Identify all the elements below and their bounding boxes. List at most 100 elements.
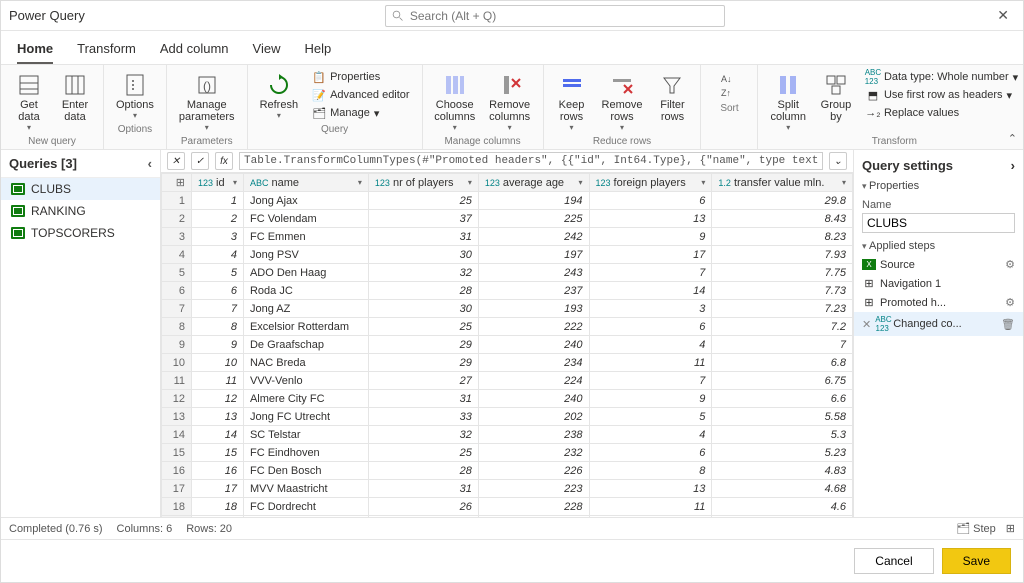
table-row[interactable]: 1414SC Telstar3223845.3	[162, 426, 853, 444]
properties-section[interactable]: Properties	[854, 177, 1023, 195]
table-row[interactable]: 1010NAC Breda29234116.8	[162, 354, 853, 372]
column-header[interactable]: 123average age▾	[478, 174, 589, 192]
manage-parameters-button[interactable]: ()Manage parameters▾	[175, 69, 239, 134]
remove-columns-button[interactable]: Remove columns▾	[485, 69, 535, 134]
table-row[interactable]: 66Roda JC28237147.73	[162, 282, 853, 300]
tab-add-column[interactable]: Add column	[160, 37, 229, 64]
search-placeholder: Search (Alt + Q)	[410, 9, 496, 23]
column-filter-icon[interactable]: ▾	[579, 178, 583, 187]
svg-text:A↓: A↓	[721, 74, 732, 84]
ribbon-tabs: Home Transform Add column View Help	[1, 31, 1023, 65]
refresh-button[interactable]: Refresh▾	[256, 69, 303, 122]
table-row[interactable]: 1616FC Den Bosch2822684.83	[162, 462, 853, 480]
search-box[interactable]: Search (Alt + Q)	[385, 5, 725, 27]
table-row[interactable]: 55ADO Den Haag3224377.75	[162, 264, 853, 282]
column-filter-icon[interactable]: ▾	[468, 178, 472, 187]
diagram-view-icon[interactable]: ⊞	[1006, 522, 1015, 535]
column-filter-icon[interactable]: ▾	[701, 178, 705, 187]
select-all[interactable]: ⊞	[162, 174, 192, 192]
search-icon	[392, 10, 404, 22]
advanced-editor-button[interactable]: 📝Advanced editor	[308, 87, 414, 103]
gear-icon[interactable]: ⚙	[1005, 258, 1015, 271]
accept-formula-icon[interactable]: ✓	[191, 152, 209, 170]
column-header[interactable]: 123id▾	[192, 174, 244, 192]
remove-rows-button[interactable]: Remove rows▾	[598, 69, 647, 134]
manage-button[interactable]: 🗂Manage ▾	[308, 105, 414, 121]
table-row[interactable]: 1111VVV-Venlo2722476.75	[162, 372, 853, 390]
delete-step-icon[interactable]: 🗑	[1001, 318, 1015, 331]
status-columns: Columns: 6	[117, 523, 173, 535]
applied-step[interactable]: XSource⚙	[854, 255, 1023, 274]
column-header[interactable]: 123foreign players▾	[589, 174, 712, 192]
applied-step[interactable]: ⊞Navigation 1	[854, 274, 1023, 293]
query-settings-panel: Query settings› Properties Name Applied …	[853, 150, 1023, 517]
choose-columns-button[interactable]: Choose columns▾	[431, 69, 479, 134]
window-title: Power Query	[9, 8, 85, 23]
queries-panel: Queries [3] ‹ CLUBSRANKINGTOPSCORERS	[1, 150, 161, 517]
gear-icon[interactable]: ⚙	[1005, 296, 1015, 309]
data-type-button[interactable]: ABC123Data type: Whole number ▾	[862, 69, 1022, 85]
table-icon	[11, 227, 25, 239]
enter-data-button[interactable]: Enter data	[55, 69, 95, 125]
query-item[interactable]: TOPSCORERS	[1, 222, 160, 244]
data-grid[interactable]: ⊞123id▾ABCname▾123nr of players▾123avera…	[161, 173, 853, 517]
cancel-formula-icon[interactable]: ✕	[167, 152, 185, 170]
group-by-button[interactable]: Group by	[816, 69, 856, 125]
close-icon[interactable]: ✕	[991, 7, 1015, 24]
query-item[interactable]: CLUBS	[1, 178, 160, 200]
column-header[interactable]: ABCname▾	[243, 174, 368, 192]
tab-transform[interactable]: Transform	[77, 37, 136, 64]
applied-step[interactable]: ✕ABC123Changed co...🗑	[854, 312, 1023, 336]
table-icon	[11, 183, 25, 195]
table-row[interactable]: 11Jong Ajax25194629.8	[162, 192, 853, 210]
ribbon: Get data▾ Enter data New query Options▾ …	[1, 65, 1023, 150]
tab-help[interactable]: Help	[304, 37, 331, 64]
filter-rows-button[interactable]: Filter rows	[652, 69, 692, 125]
options-button[interactable]: Options▾	[112, 69, 158, 122]
collapse-ribbon-icon[interactable]: ⌃	[1008, 132, 1017, 145]
replace-values-button[interactable]: →₂Replace values	[862, 105, 1022, 121]
table-row[interactable]: 1818FC Dordrecht26228114.6	[162, 498, 853, 516]
keep-rows-button[interactable]: Keep rows▾	[552, 69, 592, 134]
table-row[interactable]: 44Jong PSV30197177.93	[162, 246, 853, 264]
expand-formula-icon[interactable]: ⌄	[829, 152, 847, 170]
formula-bar[interactable]	[239, 152, 823, 170]
fx-icon[interactable]: fx	[215, 152, 233, 170]
svg-text:Z↑: Z↑	[721, 88, 731, 98]
collapse-queries-icon[interactable]: ‹	[148, 156, 152, 171]
properties-button[interactable]: 📋Properties	[308, 69, 414, 85]
svg-text:(): ()	[203, 79, 211, 93]
status-completed: Completed (0.76 s)	[9, 523, 103, 535]
table-row[interactable]: 99De Graafschap2924047	[162, 336, 853, 354]
table-row[interactable]: 22FC Volendam37225138.43	[162, 210, 853, 228]
tab-view[interactable]: View	[253, 37, 281, 64]
table-row[interactable]: 77Jong AZ3019337.23	[162, 300, 853, 318]
column-filter-icon[interactable]: ▾	[842, 178, 846, 187]
split-column-button[interactable]: Split column▾	[766, 69, 809, 134]
cancel-button[interactable]: Cancel	[854, 548, 933, 574]
table-row[interactable]: 1717MVV Maastricht31223134.68	[162, 480, 853, 498]
step-button[interactable]: 🗂 Step	[956, 522, 996, 535]
get-data-button[interactable]: Get data▾	[9, 69, 49, 134]
sort-buttons[interactable]: A↓ Z↑	[709, 69, 749, 101]
table-row[interactable]: 1515FC Eindhoven2523265.23	[162, 444, 853, 462]
column-filter-icon[interactable]: ▾	[358, 178, 362, 187]
column-filter-icon[interactable]: ▾	[233, 178, 237, 187]
table-row[interactable]: 1212Almere City FC3124096.6	[162, 390, 853, 408]
table-row[interactable]: 33FC Emmen3124298.23	[162, 228, 853, 246]
table-row[interactable]: 88Excelsior Rotterdam2522267.2	[162, 318, 853, 336]
query-item[interactable]: RANKING	[1, 200, 160, 222]
query-name-input[interactable]	[862, 213, 1015, 233]
save-button[interactable]: Save	[942, 548, 1011, 574]
status-rows: Rows: 20	[186, 523, 232, 535]
applied-step[interactable]: ⊞Promoted h...⚙	[854, 293, 1023, 312]
column-header[interactable]: 1.2transfer value mln.▾	[712, 174, 853, 192]
column-header[interactable]: 123nr of players▾	[368, 174, 478, 192]
applied-steps-section[interactable]: Applied steps	[854, 237, 1023, 255]
queries-header: Queries [3]	[9, 156, 77, 171]
collapse-settings-icon[interactable]: ›	[1011, 158, 1015, 173]
tab-home[interactable]: Home	[17, 37, 53, 64]
table-row[interactable]: 1313Jong FC Utrecht3320255.58	[162, 408, 853, 426]
table-icon	[11, 205, 25, 217]
first-row-headers-button[interactable]: ⬒Use first row as headers ▾	[862, 87, 1022, 103]
